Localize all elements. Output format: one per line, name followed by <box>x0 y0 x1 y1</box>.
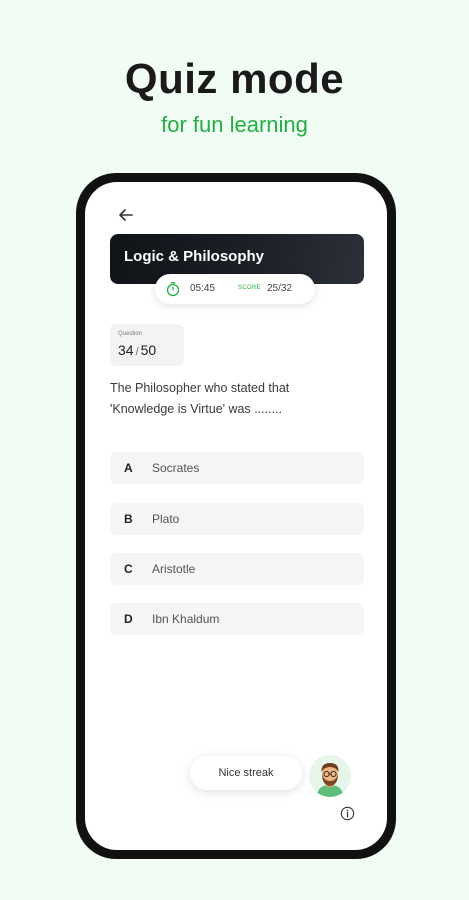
option-letter: D <box>124 612 133 626</box>
question-text: The Philosopher who stated that 'Knowled… <box>110 381 290 416</box>
info-icon[interactable] <box>340 806 355 821</box>
quiz-title: Logic & Philosophy <box>124 248 265 265</box>
avatar-icon[interactable] <box>309 755 351 797</box>
stopwatch-icon <box>165 281 181 297</box>
option-text: Socrates <box>152 461 200 475</box>
promo-headline: Quiz mode <box>124 55 345 102</box>
timer-value: 05:45 <box>190 283 216 294</box>
question-counter: Question 34/50 <box>110 324 184 366</box>
score-value: 25/32 <box>267 283 293 294</box>
question-separator: / <box>135 346 139 358</box>
option-letter: B <box>124 512 133 526</box>
option-text: Plato <box>152 512 180 526</box>
question-counter-label: Question <box>118 331 143 337</box>
promo-subheadline: for fun learning <box>161 112 308 137</box>
option-b[interactable]: B Plato <box>110 503 364 535</box>
score-label: SCORE <box>238 285 261 291</box>
phone-frame: Logic & Philosophy 05:45 SCORE 25/32 Que… <box>76 173 396 859</box>
quiz-screen: Logic & Philosophy 05:45 SCORE 25/32 Que… <box>85 182 387 850</box>
streak-message: Nice streak <box>190 756 302 790</box>
option-text: Ibn Khaldum <box>152 612 220 626</box>
arrow-left-icon[interactable] <box>115 204 137 226</box>
option-a[interactable]: A Socrates <box>110 452 364 484</box>
question-current: 34 <box>118 342 134 358</box>
question-total: 50 <box>140 342 157 358</box>
option-d[interactable]: D Ibn Khaldum <box>110 603 364 635</box>
option-letter: C <box>124 562 133 576</box>
option-text: Aristotle <box>152 562 196 576</box>
question-counter-value: 34/50 <box>118 342 156 358</box>
option-letter: A <box>124 461 133 475</box>
quiz-stats-pill: 05:45 SCORE 25/32 <box>155 274 315 304</box>
option-c[interactable]: C Aristotle <box>110 553 364 585</box>
